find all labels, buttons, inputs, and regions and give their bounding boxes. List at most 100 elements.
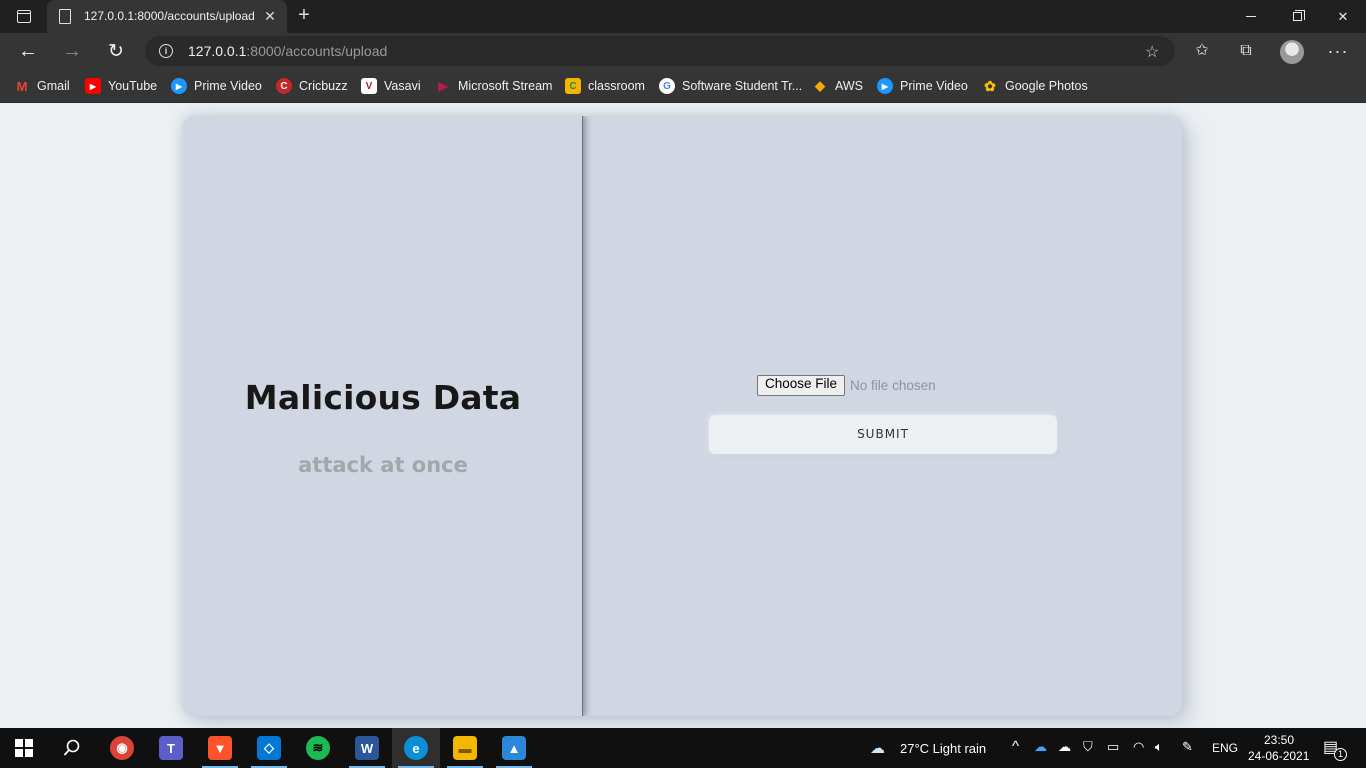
pen-icon[interactable]: ✎ xyxy=(1182,739,1193,755)
add-favorite-icon[interactable]: ☆ xyxy=(1145,42,1159,62)
notifications-badge: 1 xyxy=(1334,748,1347,761)
taskbar-vscode[interactable]: ◇ xyxy=(245,728,293,768)
taskbar: ◉ T ▼ ◇ ≋ W e ▬ ▲ ☁ 27°C Light rain ^ ☁ … xyxy=(0,728,1366,768)
restore-icon xyxy=(1292,10,1305,21)
stream-icon: ▶ xyxy=(438,79,448,93)
bookmark-prime-video[interactable]: ▶ Prime Video xyxy=(171,76,262,96)
classroom-icon: C xyxy=(565,78,581,94)
photos-icon: ▲ xyxy=(502,736,526,760)
reload-icon: ↻ xyxy=(108,40,124,62)
bookmark-youtube[interactable]: ▶ YouTube xyxy=(85,76,157,96)
bookmark-label: Microsoft Stream xyxy=(458,79,553,93)
page-icon xyxy=(59,9,71,24)
submit-button[interactable]: SUBMIT xyxy=(709,415,1057,454)
vasavi-icon: V xyxy=(361,78,377,94)
chevron-up-icon[interactable]: ^ xyxy=(1012,738,1019,755)
onedrive-icon[interactable]: ☁ xyxy=(1034,739,1047,755)
bookmark-label: Vasavi xyxy=(384,79,421,93)
url-text[interactable]: 127.0.0.1:8000/accounts/upload xyxy=(188,43,387,59)
bookmark-gmail[interactable]: M Gmail xyxy=(14,76,70,96)
taskbar-edge[interactable]: e xyxy=(392,728,440,768)
bookmark-label: Gmail xyxy=(37,79,70,93)
google-icon: G xyxy=(659,78,675,94)
restore-button[interactable] xyxy=(1274,0,1320,33)
taskbar-brave[interactable]: ▼ xyxy=(196,728,244,768)
bookmark-label: Prime Video xyxy=(194,79,262,93)
taskbar-chrome[interactable]: ◉ xyxy=(98,728,146,768)
prime-video-icon: ▶ xyxy=(171,78,187,94)
bookmark-microsoft-stream[interactable]: ▶ Microsoft Stream xyxy=(435,76,552,96)
bookmark-software-student[interactable]: G Software Student Tr... xyxy=(659,76,802,96)
url-host: 127.0.0.1 xyxy=(188,43,247,59)
tab-close-icon[interactable]: ✕ xyxy=(261,7,279,25)
word-icon: W xyxy=(355,736,379,760)
start-button[interactable] xyxy=(0,728,48,768)
edge-icon: e xyxy=(404,736,428,760)
bookmark-label: classroom xyxy=(588,79,645,93)
bookmark-vasavi[interactable]: V Vasavi xyxy=(361,76,421,96)
search-icon xyxy=(63,739,80,756)
page-subtitle: attack at once xyxy=(298,453,468,477)
browser-tab[interactable]: 127.0.0.1:8000/accounts/upload ✕ xyxy=(47,0,287,33)
tab-actions-icon xyxy=(17,9,31,23)
bookmark-prime-video-2[interactable]: ▶ Prime Video xyxy=(877,76,968,96)
shield-icon[interactable]: ⛉ xyxy=(1083,739,1093,755)
taskbar-spotify[interactable]: ≋ xyxy=(294,728,342,768)
bookmark-label: YouTube xyxy=(108,79,158,93)
spotify-icon: ≋ xyxy=(306,736,330,760)
minimize-icon xyxy=(1246,16,1256,17)
clock-time[interactable]: 23:50 xyxy=(1262,733,1296,747)
upload-card: Malicious Data attack at once Choose Fil… xyxy=(183,116,1182,716)
page-title: Malicious Data xyxy=(244,378,522,417)
favorites-icon[interactable]: ✩ xyxy=(1190,39,1214,63)
tab-bar: 127.0.0.1:8000/accounts/upload ✕ + ✕ xyxy=(0,0,1366,33)
taskbar-teams[interactable]: T xyxy=(147,728,195,768)
prime-video-icon: ▶ xyxy=(877,78,893,94)
aws-icon: ◆ xyxy=(815,78,825,93)
windows-icon xyxy=(15,739,33,757)
bookmark-cricbuzz[interactable]: C Cricbuzz xyxy=(276,76,348,96)
bookmark-label: Google Photos xyxy=(1005,79,1088,93)
arrow-left-icon: ← xyxy=(18,39,38,62)
weather-text[interactable]: 27°C Light rain xyxy=(900,741,986,756)
close-window-button[interactable]: ✕ xyxy=(1320,0,1366,33)
file-input[interactable]: Choose File No file chosen xyxy=(757,374,936,396)
back-button[interactable]: ← xyxy=(13,36,43,66)
taskbar-file-explorer[interactable]: ▬ xyxy=(441,728,489,768)
profile-avatar[interactable] xyxy=(1280,40,1304,64)
language-indicator[interactable]: ENG xyxy=(1212,741,1238,755)
file-status-text: No file chosen xyxy=(850,377,936,393)
minimize-button[interactable] xyxy=(1228,0,1274,33)
taskbar-photos[interactable]: ▲ xyxy=(490,728,538,768)
bookmark-classroom[interactable]: Cclassroom xyxy=(565,76,645,96)
intro-panel: Malicious Data attack at once xyxy=(183,116,583,716)
brave-icon: ▼ xyxy=(208,736,232,760)
bookmark-google-photos[interactable]: ✿ Google Photos xyxy=(982,76,1088,96)
choose-file-button[interactable]: Choose File xyxy=(757,374,846,396)
address-bar[interactable]: i 127.0.0.1:8000/accounts/upload ☆ xyxy=(145,36,1175,66)
gmail-icon: M xyxy=(16,78,28,94)
site-info-icon[interactable]: i xyxy=(159,44,173,58)
more-menu-icon[interactable]: ··· xyxy=(1326,39,1350,63)
bookmark-label: Prime Video xyxy=(900,79,968,93)
speaker-icon[interactable]: 🔈︎ xyxy=(1155,739,1163,755)
taskbar-word[interactable]: W xyxy=(343,728,391,768)
wifi-icon[interactable]: ◠ xyxy=(1133,739,1144,755)
url-path: :8000/accounts/upload xyxy=(246,43,388,59)
collections-icon[interactable]: ⧉ xyxy=(1234,39,1258,63)
cloud-icon[interactable]: ☁ xyxy=(1058,739,1071,755)
clock-date[interactable]: 24-06-2021 xyxy=(1248,749,1309,763)
forward-button[interactable]: → xyxy=(57,36,87,66)
upload-panel: Choose File No file chosen SUBMIT xyxy=(583,116,1182,716)
google-photos-icon: ✿ xyxy=(984,77,996,94)
tab-title: 127.0.0.1:8000/accounts/upload xyxy=(84,9,255,23)
new-tab-button[interactable]: + xyxy=(293,5,315,27)
vscode-icon: ◇ xyxy=(257,736,281,760)
reload-button[interactable]: ↻ xyxy=(101,36,131,66)
battery-icon[interactable]: ▭ xyxy=(1107,739,1119,755)
bookmark-label: Cricbuzz xyxy=(299,79,348,93)
youtube-icon: ▶ xyxy=(85,78,101,94)
tab-actions-button[interactable] xyxy=(8,6,40,26)
bookmark-aws[interactable]: ◆ AWS xyxy=(812,76,863,96)
search-button[interactable] xyxy=(48,728,96,768)
